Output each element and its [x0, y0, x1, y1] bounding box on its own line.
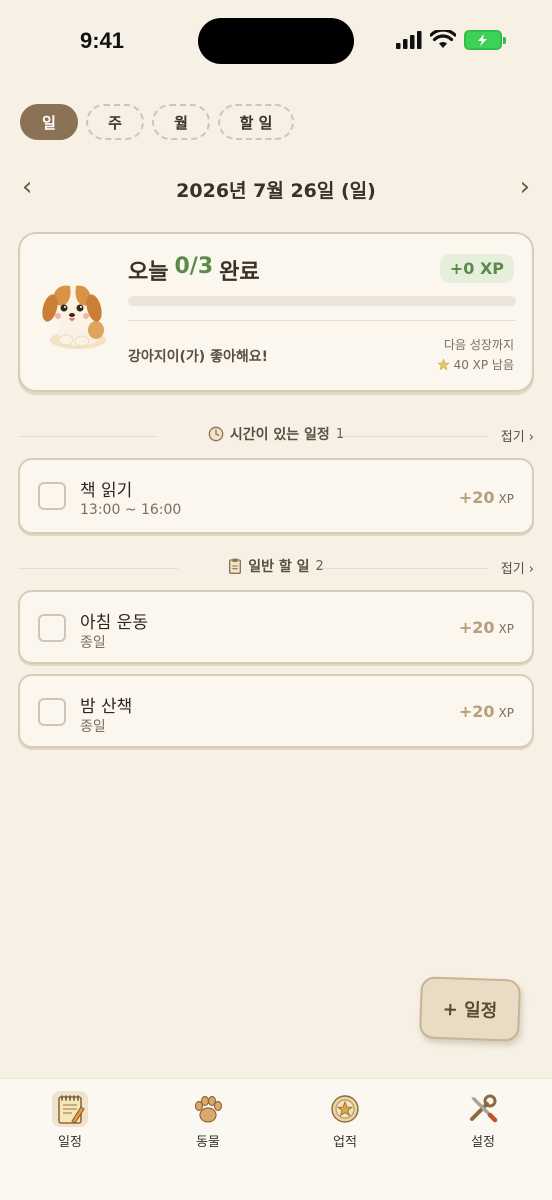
xp-remaining-text: 40 XP 남음: [453, 358, 514, 372]
tools-icon: [470, 1094, 498, 1123]
puppy-avatar-icon: [42, 284, 106, 349]
summary-title: 오늘 0/3 완료: [128, 254, 260, 286]
task-time: 종일: [80, 719, 106, 735]
star-icon: [436, 358, 450, 371]
cellular-signal-icon: [396, 31, 422, 49]
task-xp-reward: +20 XP: [459, 488, 514, 507]
task-xp-value: +20: [458, 618, 495, 637]
section-title-general: 일반 할 일 2: [18, 556, 534, 576]
xp-remaining: 40 XP 남음: [436, 356, 514, 373]
task-time: 종일: [80, 635, 106, 651]
task-card[interactable]: 아침 운동 종일 +20 XP: [18, 590, 534, 664]
section-title-timed: 시간이 있는 일정 1: [18, 424, 534, 444]
view-mode-tabs: 일 주 월 할 일: [20, 104, 294, 140]
tabbar-item-settings[interactable]: 설정: [443, 1091, 523, 1150]
status-time: 9:41: [80, 28, 125, 53]
task-checkbox[interactable]: [38, 698, 66, 726]
tabbar-item-achievements[interactable]: 업적: [305, 1091, 385, 1150]
tabbar-label: 동물: [196, 1135, 220, 1150]
dynamic-island: [198, 18, 354, 64]
task-title: 아침 운동: [80, 613, 148, 633]
date-navigator: ‹ 2026년 7월 26일 (일) ›: [0, 170, 552, 210]
status-icons: [396, 30, 506, 50]
task-xp-value: +20: [458, 702, 495, 721]
section-header-timed: 시간이 있는 일정 1 접기 ›: [18, 424, 534, 448]
next-day-button[interactable]: ›: [520, 172, 530, 202]
task-xp-reward: +20 XP: [459, 702, 514, 721]
tab-week[interactable]: 주: [86, 104, 144, 140]
summary-title-suffix: 완료: [219, 260, 260, 285]
collapse-timed-button[interactable]: 접기 ›: [496, 426, 534, 445]
date-title: 2026년 7월 26일 (일): [176, 180, 376, 202]
today-xp-badge: +0 XP: [439, 254, 514, 283]
task-xp-unit: XP: [498, 622, 514, 636]
next-growth-label: 다음 성장까지: [443, 338, 514, 352]
notepad-icon: [52, 1091, 88, 1127]
collapse-general-button[interactable]: 접기 ›: [496, 558, 534, 577]
tabbar-item-animals[interactable]: 동물: [168, 1091, 248, 1150]
task-title: 책 읽기: [80, 481, 133, 501]
tabbar-label: 설정: [471, 1135, 495, 1150]
task-card[interactable]: 밤 산책 종일 +20 XP: [18, 674, 534, 748]
section-title-text: 일반 할 일: [248, 559, 310, 575]
tab-todo[interactable]: 할 일: [218, 104, 294, 140]
task-checkbox[interactable]: [38, 614, 66, 642]
clipboard-icon: [229, 558, 242, 574]
task-xp-unit: XP: [498, 492, 514, 506]
summary-title-prefix: 오늘: [128, 260, 169, 285]
tabbar-label: 업적: [333, 1135, 357, 1150]
tab-month[interactable]: 월: [152, 104, 210, 140]
bottom-tab-bar: 일정 동물 업적 설정: [0, 1078, 552, 1200]
section-count: 2: [315, 558, 324, 574]
task-checkbox[interactable]: [38, 482, 66, 510]
task-title: 밤 산책: [80, 697, 133, 717]
task-card[interactable]: 책 읽기 13:00 ~ 16:00 +20 XP: [18, 458, 534, 534]
section-count: 1: [335, 426, 345, 442]
task-xp-unit: XP: [498, 706, 514, 720]
wifi-icon: [430, 30, 456, 48]
section-header-general: 일반 할 일 2 접기 ›: [18, 556, 534, 580]
summary-completed-count: 0/3: [174, 254, 214, 279]
daily-summary-card: 오늘 0/3 완료 +0 XP 강아지이(가) 좋아해요! 다음 성장까지 40…: [18, 232, 534, 392]
section-title-text: 시간이 있는 일정: [229, 427, 330, 443]
battery-icon: [464, 30, 506, 50]
task-xp-value: +20: [458, 488, 495, 507]
paw-icon: [194, 1095, 223, 1123]
task-time: 13:00 ~ 16:00: [80, 502, 182, 518]
medal-icon: [331, 1095, 359, 1123]
summary-divider: [128, 320, 516, 321]
tabbar-item-schedule[interactable]: 일정: [30, 1091, 110, 1150]
status-bar: 9:41: [0, 0, 552, 80]
add-schedule-button[interactable]: + 일정: [418, 976, 522, 1042]
puppy-message: 강아지이(가) 좋아해요!: [128, 349, 268, 365]
tabbar-label: 일정: [58, 1135, 82, 1150]
task-xp-reward: +20 XP: [459, 618, 514, 637]
daily-progress-bar: [128, 296, 516, 306]
clock-icon: [208, 426, 224, 442]
tab-day[interactable]: 일: [20, 104, 78, 140]
